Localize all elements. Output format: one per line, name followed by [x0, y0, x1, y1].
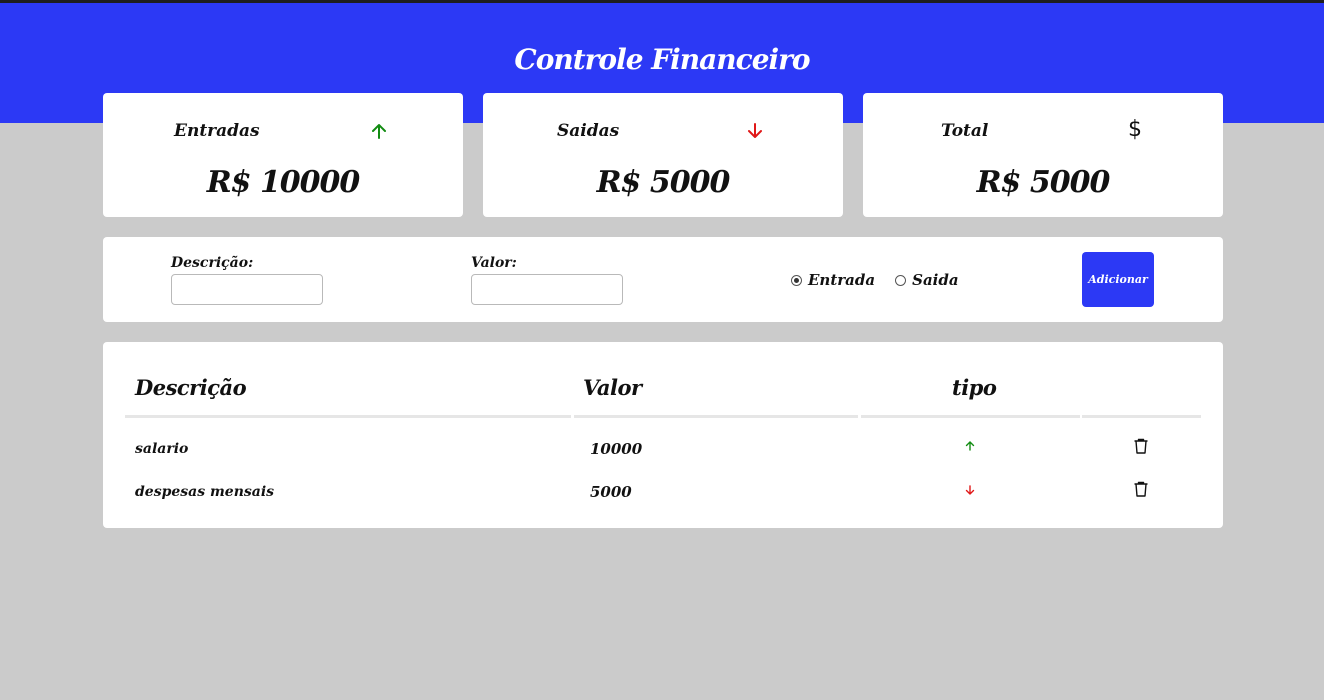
- row-value: 10000: [590, 440, 643, 458]
- description-label: Descrição:: [171, 255, 254, 271]
- expense-card: Saidas R$ 5000: [483, 93, 843, 217]
- value-label: Valor:: [471, 255, 517, 271]
- description-input[interactable]: [171, 274, 323, 305]
- header-divider: [574, 415, 858, 418]
- header-divider: [1082, 415, 1201, 418]
- trash-icon[interactable]: [1132, 480, 1150, 498]
- type-radio-group: Entrada Saida: [791, 271, 979, 289]
- page-title: Controle Financeiro: [514, 43, 810, 76]
- row-description: salario: [135, 441, 189, 457]
- trash-icon[interactable]: [1132, 437, 1150, 455]
- header-divider: [125, 415, 571, 418]
- header-description: Descrição: [135, 375, 247, 400]
- radio-entrada[interactable]: Entrada: [791, 271, 875, 289]
- income-label: Entradas: [174, 121, 260, 141]
- radio-saida-label[interactable]: Saida: [912, 271, 958, 289]
- transactions-table: Descrição Valor tipo salario 10000 despe…: [103, 342, 1223, 528]
- radio-entrada-circle[interactable]: [791, 274, 802, 286]
- radio-saida-circle[interactable]: [895, 274, 907, 286]
- header-type: tipo: [952, 375, 997, 400]
- dollar-icon: $: [1128, 117, 1142, 142]
- income-card: Entradas R$ 10000: [103, 93, 463, 217]
- row-description: despesas mensais: [135, 484, 275, 500]
- total-label: Total: [941, 121, 989, 141]
- arrow-down-icon: [748, 123, 762, 138]
- expense-value: R$ 5000: [596, 165, 731, 200]
- arrow-up-icon: [372, 124, 386, 139]
- header-divider: [861, 415, 1080, 418]
- value-input[interactable]: [471, 274, 623, 305]
- radio-saida[interactable]: Saida: [895, 271, 959, 289]
- arrow-down-icon: [965, 485, 975, 495]
- row-value: 5000: [590, 483, 632, 501]
- income-value: R$ 10000: [206, 165, 361, 200]
- radio-entrada-label[interactable]: Entrada: [808, 271, 875, 289]
- expense-label: Saidas: [557, 121, 620, 141]
- arrow-up-icon: [965, 441, 975, 451]
- transaction-form: Descrição: Valor: Entrada Saida Adiciona…: [103, 237, 1223, 322]
- total-card: Total $ R$ 5000: [863, 93, 1223, 217]
- total-value: R$ 5000: [976, 165, 1111, 200]
- header-value: Valor: [583, 375, 642, 400]
- add-button[interactable]: Adicionar: [1082, 252, 1154, 307]
